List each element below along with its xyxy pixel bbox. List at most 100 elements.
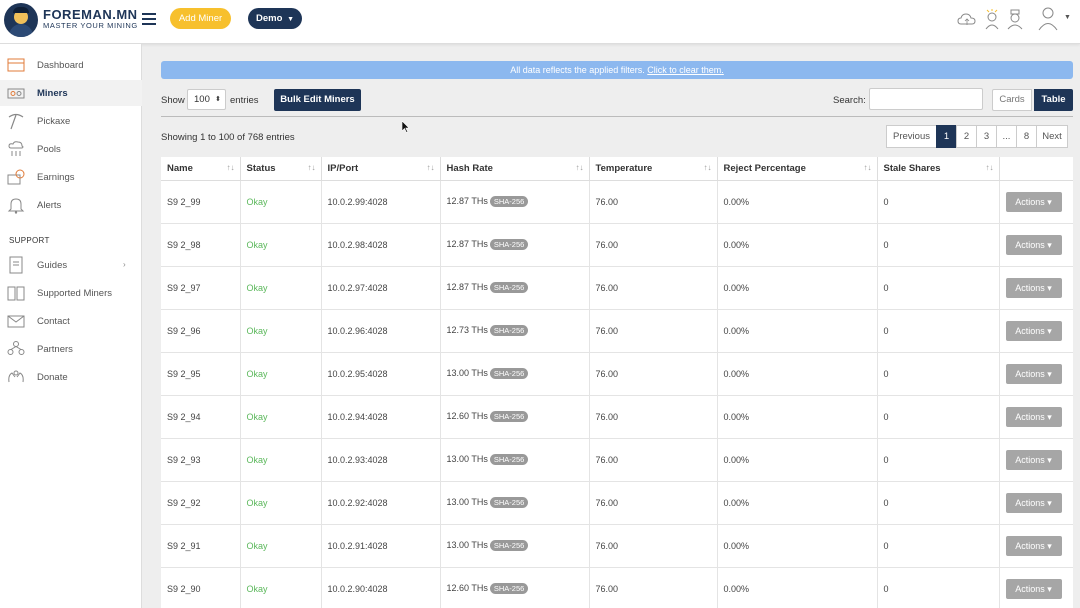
banner-text: All data reflects the applied filters.: [510, 65, 645, 75]
actions-dropdown-button[interactable]: Actions ▾: [1005, 406, 1062, 427]
miner-reject-percentage: 0.00%: [717, 352, 878, 396]
miner-ip-port: 10.0.2.91:4028: [321, 524, 441, 568]
miner-ip-port: 10.0.2.95:4028: [321, 352, 441, 396]
sidebar-item-pickaxe[interactable]: Pickaxe: [0, 108, 142, 134]
table-view-button[interactable]: Table: [1034, 89, 1073, 111]
actions-dropdown-button[interactable]: Actions ▾: [1005, 320, 1062, 341]
actions-dropdown-button[interactable]: Actions ▾: [1005, 234, 1062, 255]
miner-name[interactable]: S9 2_90: [161, 567, 241, 608]
miner-name[interactable]: S9 2_97: [161, 266, 241, 310]
miner-stale-shares: 0: [877, 524, 1000, 568]
table-row[interactable]: S9 2_99 Okay 10.0.2.99:4028 12.87 THs SHA-25…: [161, 180, 1073, 224]
column-header-status[interactable]: Status ↑↓: [240, 157, 322, 181]
miner-reject-percentage: 0.00%: [717, 395, 878, 439]
logo-icon[interactable]: [4, 3, 38, 37]
menu-toggle-icon[interactable]: [142, 13, 156, 25]
sidebar-item-supported-miners[interactable]: Supported Miners: [0, 280, 142, 306]
sidebar-item-earnings[interactable]: Earnings: [0, 164, 142, 190]
caret-down-icon: ▾: [1047, 411, 1052, 422]
miner-name[interactable]: S9 2_92: [161, 481, 241, 525]
search-input[interactable]: [869, 88, 983, 110]
filter-banner: All data reflects the applied filters. C…: [161, 61, 1073, 79]
column-header-ip-port[interactable]: IP/Port ↑↓: [321, 157, 441, 181]
miner-name[interactable]: S9 2_94: [161, 395, 241, 439]
pagination-page-1[interactable]: 1: [936, 125, 957, 148]
actions-dropdown-button[interactable]: Actions ▾: [1005, 191, 1062, 212]
actions-dropdown-button[interactable]: Actions ▾: [1005, 578, 1062, 599]
table-row[interactable]: S9 2_91 Okay 10.0.2.91:4028 13.00 THs SHA-25…: [161, 524, 1073, 568]
sidebar-item-dashboard[interactable]: Dashboard: [0, 52, 142, 78]
pagination-page-2[interactable]: 2: [956, 125, 977, 148]
table-row[interactable]: S9 2_96 Okay 10.0.2.96:4028 12.73 THs SHA-25…: [161, 309, 1073, 353]
column-header-stale-shares[interactable]: Stale Shares ↑↓: [877, 157, 1000, 181]
miner-name[interactable]: S9 2_96: [161, 309, 241, 353]
algorithm-badge: SHA-256: [489, 583, 529, 595]
sidebar-item-pools[interactable]: Pools: [0, 136, 142, 162]
cloud-icon[interactable]: [957, 8, 977, 30]
miner-name[interactable]: S9 2_95: [161, 352, 241, 396]
support-agent-icon[interactable]: [1005, 8, 1025, 30]
sidebar-item-label: Partners: [37, 344, 73, 355]
add-miner-button[interactable]: Add Miner: [170, 8, 231, 29]
column-header-hash-rate[interactable]: Hash Rate ↑↓: [440, 157, 590, 181]
table-row[interactable]: S9 2_97 Okay 10.0.2.97:4028 12.87 THs SHA-25…: [161, 266, 1073, 310]
actions-dropdown-button[interactable]: Actions ▾: [1005, 449, 1062, 470]
miner-ip-port: 10.0.2.93:4028: [321, 438, 441, 482]
column-header-temperature[interactable]: Temperature ↑↓: [589, 157, 718, 181]
sidebar-item-partners[interactable]: Partners: [0, 336, 142, 362]
column-header-reject-percentage[interactable]: Reject Percentage ↑↓: [717, 157, 878, 181]
user-menu-caret-icon[interactable]: ▼: [1064, 14, 1071, 21]
cards-view-button[interactable]: Cards: [992, 89, 1032, 111]
pagination-next[interactable]: Next: [1036, 125, 1068, 148]
miner-name[interactable]: S9 2_98: [161, 223, 241, 267]
table-row[interactable]: S9 2_90 Okay 10.0.2.90:4028 12.60 THs SHA-25…: [161, 567, 1073, 608]
miner-name[interactable]: S9 2_99: [161, 180, 241, 224]
table-row[interactable]: S9 2_93 Okay 10.0.2.93:4028 13.00 THs SHA-25…: [161, 438, 1073, 482]
pagination-page-8[interactable]: 8: [1016, 125, 1037, 148]
actions-dropdown-button[interactable]: Actions ▾: [1005, 492, 1062, 513]
sidebar-item-guides[interactable]: Guides ›: [0, 252, 142, 278]
user-avatar-icon[interactable]: [1036, 5, 1060, 31]
miner-hash-rate-cell: 13.00 THs SHA-256: [440, 352, 590, 396]
actions-dropdown-button[interactable]: Actions ▾: [1005, 535, 1062, 556]
column-header-name[interactable]: Name ↑↓: [161, 157, 241, 181]
miner-status: Okay: [240, 223, 322, 267]
mouse-cursor-icon: [402, 121, 410, 133]
actions-dropdown-button[interactable]: Actions ▾: [1005, 363, 1062, 384]
caret-down-icon: ▼: [287, 16, 294, 23]
actions-dropdown-button[interactable]: Actions ▾: [1005, 277, 1062, 298]
sidebar-item-label: Miners: [37, 88, 68, 99]
table-row[interactable]: S9 2_95 Okay 10.0.2.95:4028 13.00 THs SHA-25…: [161, 352, 1073, 396]
sidebar-item-alerts[interactable]: Alerts: [0, 192, 142, 218]
pools-icon: [7, 140, 25, 158]
miner-name[interactable]: S9 2_91: [161, 524, 241, 568]
miner-hash-rate-cell: 12.73 THs SHA-256: [440, 309, 590, 353]
miner-status: Okay: [240, 180, 322, 224]
table-row[interactable]: S9 2_92 Okay 10.0.2.92:4028 13.00 THs SHA-25…: [161, 481, 1073, 525]
miner-temperature: 76.00: [589, 395, 718, 439]
entries-select[interactable]: 100 ⬍: [187, 89, 226, 110]
brand-tagline: MASTER YOUR MINING: [43, 21, 138, 30]
miner-temperature: 76.00: [589, 567, 718, 608]
brand-name[interactable]: FOREMAN.MN: [43, 7, 138, 22]
hands-icon: [7, 368, 25, 386]
table-row[interactable]: S9 2_94 Okay 10.0.2.94:4028 12.60 THs SHA-25…: [161, 395, 1073, 439]
sidebar-item-contact[interactable]: Contact: [0, 308, 142, 334]
pagination-page-3[interactable]: 3: [976, 125, 997, 148]
miner-hash-rate: 13.00 THs: [446, 367, 488, 378]
sidebar-item-miners[interactable]: Miners: [0, 80, 142, 106]
clear-filters-link[interactable]: Click to clear them.: [647, 65, 724, 75]
pagination-previous[interactable]: Previous: [886, 125, 937, 148]
select-arrows-icon: ⬍: [215, 96, 221, 103]
sidebar-item-label: Pools: [37, 144, 61, 155]
miner-status: Okay: [240, 309, 322, 353]
miner-status: Okay: [240, 524, 322, 568]
wizard-icon[interactable]: [982, 8, 1002, 30]
miner-name[interactable]: S9 2_93: [161, 438, 241, 482]
table-row[interactable]: S9 2_98 Okay 10.0.2.98:4028 12.87 THs SHA-25…: [161, 223, 1073, 267]
earnings-icon: [7, 168, 25, 186]
sort-icon: ↑↓: [575, 163, 584, 172]
sidebar-item-donate[interactable]: Donate: [0, 364, 142, 390]
demo-dropdown[interactable]: Demo ▼: [248, 8, 302, 29]
bulk-edit-button[interactable]: Bulk Edit Miners: [274, 89, 361, 111]
